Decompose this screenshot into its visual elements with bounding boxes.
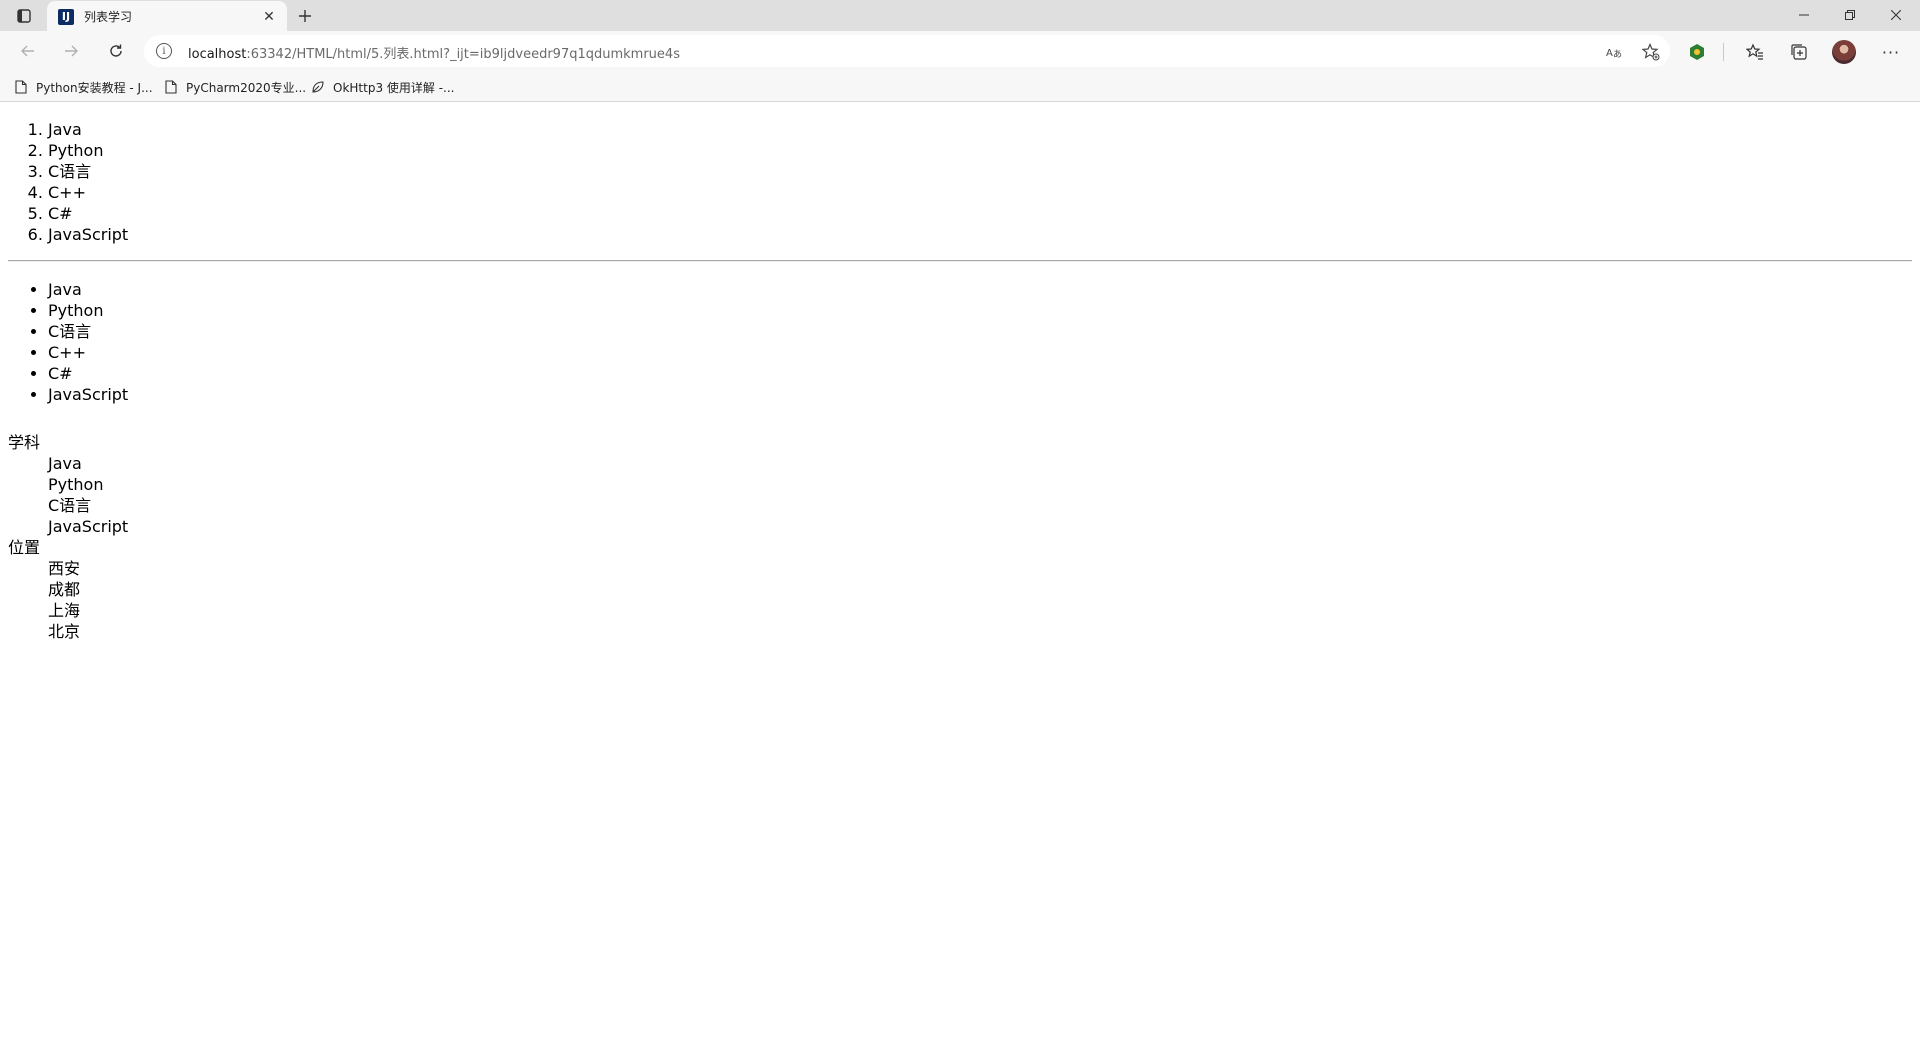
bookmarks-bar: Python安装教程 - J... PyCharm2020专业... OkHtt…: [0, 71, 1920, 102]
leaf-icon: [311, 80, 325, 94]
back-button[interactable]: [13, 37, 43, 65]
list-item: Java: [48, 279, 128, 300]
tab-title: 列表学习: [84, 10, 133, 24]
url-path: :63342/HTML/html/5.列表.html?_ijt=ib9ljdve…: [246, 47, 680, 62]
restore-icon: [1845, 10, 1855, 20]
arrow-right-icon: [65, 45, 78, 57]
list-item: C语言: [48, 161, 128, 182]
toolbar-divider: [1723, 43, 1724, 61]
list-item: C#: [48, 363, 128, 384]
close-window-button[interactable]: [1873, 0, 1919, 30]
reload-button[interactable]: [101, 37, 131, 65]
tab-strip: IJ 列表学习 ✕: [0, 0, 1920, 32]
plus-icon: [299, 10, 311, 22]
list-item: C++: [48, 342, 128, 363]
list-item: C语言: [48, 321, 128, 342]
reload-icon: [110, 44, 122, 57]
bookmark-label: OkHttp3 使用详解 -...: [333, 80, 455, 95]
close-tab-icon[interactable]: ✕: [260, 8, 278, 26]
read-aloud-icon[interactable]: A あ: [1604, 41, 1626, 63]
definition-description: Python: [48, 475, 104, 494]
favorites-icon[interactable]: [1742, 39, 1768, 65]
minimize-button[interactable]: [1781, 0, 1827, 30]
horizontal-rule: [8, 260, 1912, 262]
collections-icon[interactable]: [1786, 39, 1812, 65]
bookmark-label: PyCharm2020专业...: [186, 80, 307, 95]
site-info-icon[interactable]: i: [156, 43, 172, 59]
bookmark-label: Python安装教程 - J...: [36, 80, 153, 95]
url-host: localhost: [188, 47, 247, 62]
page-content: Java Python C语言 C++ C# JavaScript Java P…: [0, 103, 1920, 1040]
definition-description: 成都: [48, 580, 81, 599]
restore-button[interactable]: [1827, 0, 1873, 30]
list-item: Python: [48, 140, 128, 161]
list-item: JavaScript: [48, 384, 128, 405]
page-icon: [164, 80, 178, 94]
browser-tab[interactable]: IJ 列表学习 ✕: [47, 1, 287, 32]
intellij-icon: IJ: [58, 8, 74, 25]
tab-actions-icon: [17, 9, 31, 23]
page-icon: [14, 80, 28, 94]
extension-icon[interactable]: [1684, 39, 1710, 65]
definition-description: 西安: [48, 559, 81, 578]
bookmark-item[interactable]: Python安装教程 - J...: [14, 76, 153, 98]
definition-description: Java: [48, 454, 82, 473]
list-item: C#: [48, 203, 128, 224]
definition-description: JavaScript: [48, 517, 129, 536]
arrow-left-icon: [21, 45, 34, 57]
svg-text:あ: あ: [1613, 49, 1622, 59]
add-favorite-icon[interactable]: [1640, 41, 1662, 63]
unordered-list: Java Python C语言 C++ C# JavaScript: [48, 279, 128, 405]
profile-avatar[interactable]: [1832, 40, 1856, 64]
definition-description: 上海: [48, 601, 81, 620]
list-item: C++: [48, 182, 128, 203]
definition-term: 位置: [8, 538, 41, 557]
list-item: Java: [48, 119, 128, 140]
list-item: JavaScript: [48, 224, 128, 245]
url-text[interactable]: localhost:63342/HTML/html/5.列表.html?_ijt…: [188, 43, 680, 62]
ordered-list: Java Python C语言 C++ C# JavaScript: [48, 119, 128, 245]
new-tab-button[interactable]: [292, 4, 318, 28]
svg-text:A: A: [1606, 48, 1613, 59]
forward-button[interactable]: [56, 37, 86, 65]
tab-actions-button[interactable]: [10, 4, 38, 28]
address-bar[interactable]: i localhost:63342/HTML/html/5.列表.html?_i…: [144, 35, 1670, 67]
bookmark-item[interactable]: OkHttp3 使用详解 -...: [311, 76, 454, 98]
bookmark-item[interactable]: PyCharm2020专业...: [164, 76, 306, 98]
minimize-icon: [1799, 14, 1809, 16]
navigation-toolbar: i localhost:63342/HTML/html/5.列表.html?_i…: [0, 31, 1920, 71]
definition-term: 学科: [8, 433, 41, 452]
definition-description: 北京: [48, 622, 81, 641]
definition-description: C语言: [48, 496, 92, 515]
close-icon: [1891, 10, 1901, 20]
more-menu-icon[interactable]: ···: [1878, 39, 1904, 65]
list-item: Python: [48, 300, 128, 321]
